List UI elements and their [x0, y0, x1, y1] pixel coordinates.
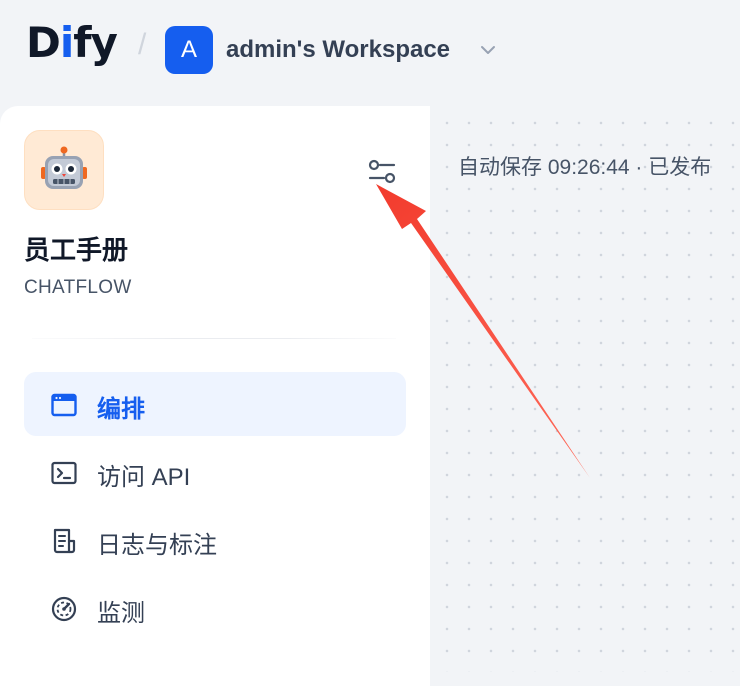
dashboard-icon — [51, 596, 77, 622]
app-nav: 编排 访问 API 日志与标注 监测 — [24, 372, 406, 644]
nav-item-monitoring[interactable]: 监测 — [24, 576, 406, 640]
autosave-status: 自动保存 09:26:44 · 已发布 — [458, 156, 712, 179]
nav-item-orchestrate[interactable]: 编排 — [24, 372, 406, 436]
settings-sliders-icon[interactable] — [366, 156, 398, 188]
app-sidebar: 员工手册 CHATFLOW 编排 访问 API 日志与标注 监测 — [0, 106, 430, 686]
app-name: 员工手册 — [24, 235, 129, 265]
top-bar: Dify / A admin's Workspace — [0, 0, 740, 100]
workspace-name[interactable]: admin's Workspace — [226, 36, 450, 63]
nav-item-label: 编排 — [97, 396, 145, 423]
workflow-canvas[interactable]: 自动保存 09:26:44 · 已发布 — [430, 106, 740, 672]
logo-accent-text: i — [59, 18, 74, 67]
dify-logo[interactable]: Dify — [26, 22, 118, 64]
nav-item-label: 监测 — [97, 600, 145, 627]
nav-item-label: 日志与标注 — [97, 532, 217, 559]
nav-item-logs-annotations[interactable]: 日志与标注 — [24, 508, 406, 572]
app-icon — [24, 130, 104, 210]
logo-text-end: fy — [73, 18, 118, 67]
nav-item-label: 访问 API — [97, 464, 191, 491]
app-mode-label: CHATFLOW — [24, 277, 132, 298]
robot-icon — [41, 146, 87, 189]
window-icon — [51, 393, 77, 417]
sidebar-divider — [32, 338, 396, 339]
file-list-icon — [53, 528, 76, 554]
header-separator: / — [138, 28, 147, 61]
chevron-down-icon[interactable] — [478, 40, 498, 60]
terminal-icon — [51, 461, 77, 485]
workspace-avatar[interactable]: A — [165, 26, 213, 74]
nav-item-api-access[interactable]: 访问 API — [24, 440, 406, 504]
logo-text: D — [26, 18, 61, 67]
